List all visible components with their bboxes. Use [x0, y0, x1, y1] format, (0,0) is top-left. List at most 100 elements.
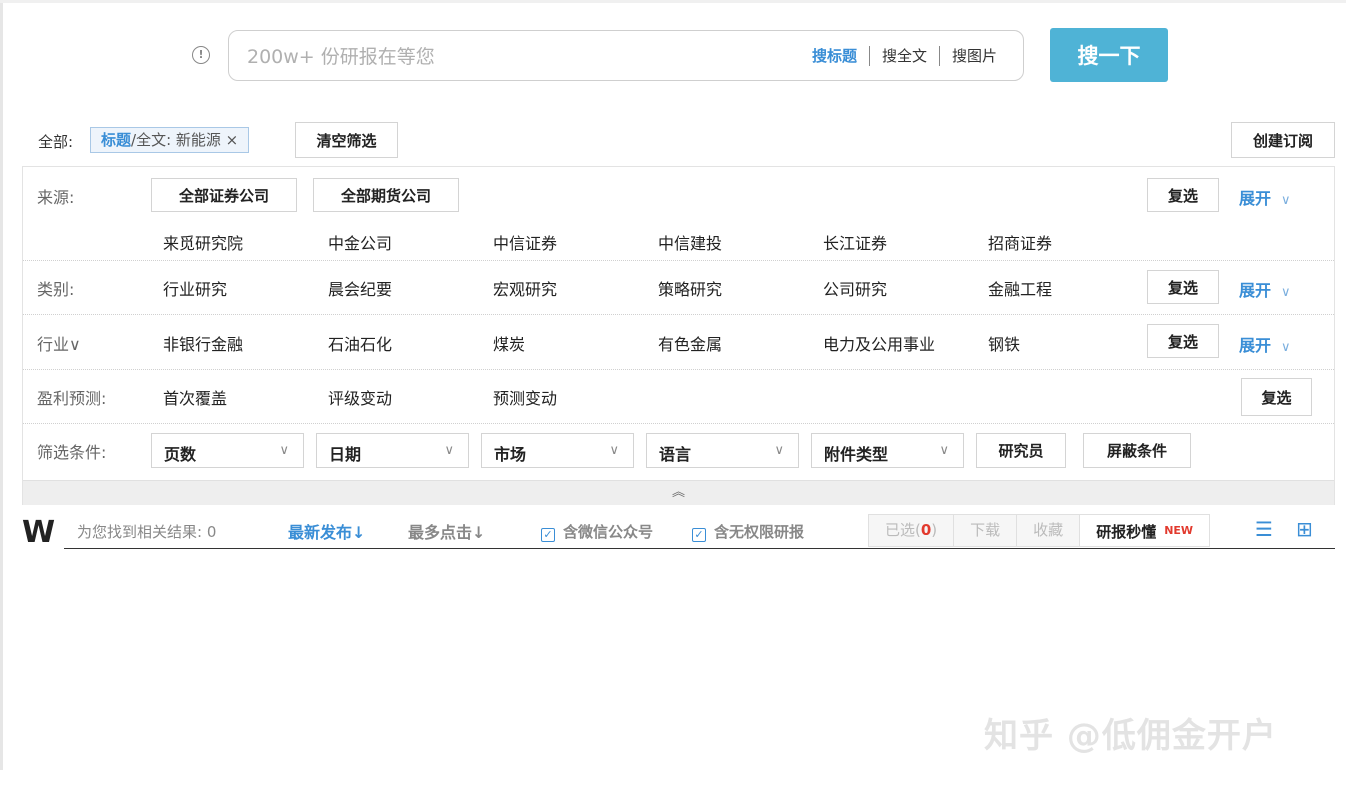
researcher-button[interactable]: 研究员: [976, 433, 1066, 468]
industry-expand-link[interactable]: 展开 ∨: [1239, 332, 1291, 356]
row-divider: [23, 369, 1334, 370]
language-dropdown[interactable]: 语言 ∨: [646, 433, 799, 468]
search-mode-title[interactable]: 搜标题: [812, 45, 857, 66]
block-conditions-button[interactable]: 屏蔽条件: [1083, 433, 1191, 468]
info-icon[interactable]: !: [192, 46, 210, 64]
w-logo: W: [22, 515, 55, 550]
filter-panel: 来源: 全部证券公司 全部期货公司 复选 展开 ∨ 来觅研究院 中金公司 中信证券…: [22, 166, 1335, 505]
search-mode-group: 搜标题 搜全文 搜图片: [812, 45, 997, 66]
selected-close: ): [931, 521, 938, 539]
search-box: 搜标题 搜全文 搜图片: [228, 30, 1024, 81]
profit-forecast-label: 盈利预测:: [37, 389, 107, 408]
dropdown-label: 日期: [329, 445, 362, 464]
all-securities-button[interactable]: 全部证券公司: [151, 178, 297, 212]
category-multi-select-button[interactable]: 复选: [1147, 270, 1219, 304]
search-button[interactable]: 搜一下: [1050, 28, 1168, 82]
category-expand-link[interactable]: 展开 ∨: [1239, 277, 1291, 301]
row-divider: [23, 423, 1334, 424]
double-chevron-up-icon: ︽: [671, 485, 685, 500]
conditions-label: 筛选条件:: [37, 443, 107, 462]
search-input[interactable]: [245, 43, 749, 71]
chevron-down-icon: ∨: [609, 443, 619, 458]
chevron-down-icon: ∨: [1281, 285, 1291, 300]
report-quick-read-button[interactable]: 研报秒懂 NEW: [1080, 515, 1210, 546]
source-item[interactable]: 长江证券: [823, 230, 887, 254]
search-mode-fulltext[interactable]: 搜全文: [882, 45, 927, 66]
chevron-down-icon: ∨: [1281, 340, 1291, 355]
dropdown-label: 语言: [659, 445, 692, 464]
profit-multi-select-button[interactable]: 复选: [1241, 378, 1312, 416]
checkbox-label: 含微信公众号: [563, 523, 654, 541]
industry-multi-select-button[interactable]: 复选: [1147, 324, 1219, 358]
row-divider: [23, 260, 1334, 261]
source-item[interactable]: 中信建投: [658, 230, 722, 254]
new-badge: NEW: [1164, 524, 1194, 537]
source-multi-select-button[interactable]: 复选: [1147, 178, 1219, 212]
source-item[interactable]: 招商证券: [988, 230, 1052, 254]
selected-count: 0: [920, 521, 932, 539]
mode-divider: [938, 45, 940, 66]
chevron-down-icon: ∨: [939, 443, 949, 458]
download-button[interactable]: 下载: [954, 515, 1018, 546]
checkbox-label: 含无权限研报: [714, 523, 805, 541]
chevron-down-icon: ∨: [1281, 193, 1291, 208]
category-item[interactable]: 策略研究: [658, 276, 722, 300]
checkbox-checked-icon: ✓: [692, 528, 706, 542]
filter-tag-text: /全文: 新能源 ×: [131, 131, 239, 149]
category-item[interactable]: 晨会纪要: [328, 276, 392, 300]
expand-label: 展开: [1239, 189, 1272, 208]
favorite-button[interactable]: 收藏: [1017, 515, 1081, 546]
watermark: 知乎 @低佣金开户: [984, 716, 1277, 756]
source-expand-link[interactable]: 展开 ∨: [1239, 185, 1291, 209]
dropdown-label: 附件类型: [824, 445, 889, 464]
chevron-down-icon: ∨: [279, 443, 289, 458]
industry-item[interactable]: 钢铁: [988, 331, 1020, 355]
profit-forecast-item[interactable]: 首次覆盖: [163, 385, 227, 409]
grid-view-icon[interactable]: ⊞: [1296, 517, 1313, 541]
industry-item[interactable]: 有色金属: [658, 331, 722, 355]
date-dropdown[interactable]: 日期 ∨: [316, 433, 469, 468]
industry-item[interactable]: 非银行金融: [163, 331, 243, 355]
result-count: 为您找到相关结果: 0: [77, 523, 217, 541]
search-mode-image[interactable]: 搜图片: [952, 45, 997, 66]
filter-tag-field: 标题: [101, 131, 132, 149]
source-label: 来源:: [37, 188, 75, 207]
attachment-type-dropdown[interactable]: 附件类型 ∨: [811, 433, 964, 468]
checkbox-checked-icon: ✓: [541, 528, 555, 542]
profit-forecast-item[interactable]: 评级变动: [328, 385, 392, 409]
chevron-down-icon: ∨: [774, 443, 784, 458]
collapse-panel-bar[interactable]: ︽: [23, 480, 1334, 505]
industry-item[interactable]: 石油石化: [328, 331, 392, 355]
category-item[interactable]: 行业研究: [163, 276, 227, 300]
market-dropdown[interactable]: 市场 ∨: [481, 433, 634, 468]
all-filters-label: 全部:: [38, 133, 74, 151]
industry-item[interactable]: 煤炭: [493, 331, 525, 355]
sort-latest[interactable]: 最新发布↓: [288, 519, 365, 543]
category-item[interactable]: 金融工程: [988, 276, 1052, 300]
list-view-icon[interactable]: ☰: [1255, 517, 1273, 541]
category-item[interactable]: 宏观研究: [493, 276, 557, 300]
sort-most-clicked[interactable]: 最多点击↓: [408, 519, 485, 543]
industry-label-toggle[interactable]: 行业∨: [37, 331, 81, 355]
dropdown-label: 市场: [494, 445, 527, 464]
all-futures-button[interactable]: 全部期货公司: [313, 178, 459, 212]
active-filter-tag[interactable]: 标题/全文: 新能源 ×: [90, 127, 250, 153]
industry-item[interactable]: 电力及公用事业: [823, 331, 935, 355]
source-item[interactable]: 中金公司: [328, 230, 392, 254]
expand-label: 展开: [1239, 281, 1272, 300]
selected-button[interactable]: 已选(0): [869, 515, 955, 546]
category-label: 类别:: [37, 280, 75, 299]
source-item[interactable]: 来觅研究院: [163, 230, 243, 254]
results-underline: [64, 548, 1335, 549]
source-item[interactable]: 中信证券: [493, 230, 557, 254]
profit-forecast-item[interactable]: 预测变动: [493, 385, 557, 409]
category-item[interactable]: 公司研究: [823, 276, 887, 300]
row-divider: [23, 314, 1334, 315]
include-unlimited-checkbox[interactable]: ✓ 含无权限研报: [692, 521, 804, 542]
clear-filters-button[interactable]: 清空筛选: [295, 122, 398, 158]
create-subscription-button[interactable]: 创建订阅: [1231, 122, 1335, 158]
top-edge: [0, 0, 1346, 3]
include-wechat-checkbox[interactable]: ✓ 含微信公众号: [541, 521, 653, 542]
selected-label: 已选(: [885, 521, 921, 539]
pages-dropdown[interactable]: 页数 ∨: [151, 433, 304, 468]
